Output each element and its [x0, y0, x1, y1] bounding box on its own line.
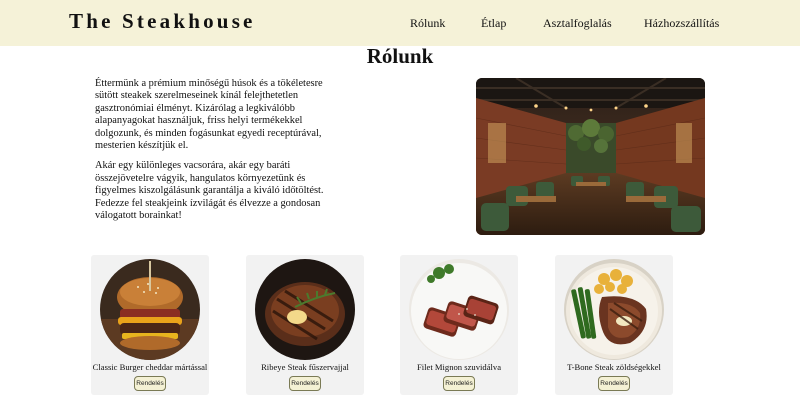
- nav-menu[interactable]: Étlap: [481, 16, 506, 31]
- section-title: Rólunk: [366, 44, 434, 68]
- menu-card: Classic Burger cheddar mártással Rendelé…: [91, 255, 209, 395]
- nav-delivery[interactable]: Házhozszállítás: [644, 16, 719, 31]
- filet-mignon-photo: [409, 259, 509, 360]
- menu-item-name: Filet Mignon szuvidálva: [416, 362, 502, 372]
- nav-about[interactable]: Rólunk: [410, 16, 445, 31]
- menu-item-name: Ribeye Steak fűszervajjal: [261, 362, 349, 372]
- burger-photo: [100, 259, 200, 360]
- menu-card: Ribeye Steak fűszervajjal Rendelés: [246, 255, 364, 395]
- about-paragraph-1: Éttermünk a prémium minőségű húsok és a …: [95, 78, 323, 152]
- restaurant-interior-photo: [476, 78, 705, 235]
- menu-card: T-Bone Steak zöldségekkel Rendelés: [555, 255, 673, 395]
- order-button[interactable]: Rendelés: [443, 376, 475, 391]
- order-button[interactable]: Rendelés: [289, 376, 321, 391]
- order-button[interactable]: Rendelés: [598, 376, 630, 391]
- about-paragraph-2: Akár egy különleges vacsorára, akár egy …: [95, 160, 324, 222]
- t-bone-steak-photo: [564, 259, 664, 360]
- menu-item-name: Classic Burger cheddar mártással: [92, 362, 208, 372]
- nav-reservation[interactable]: Asztalfoglalás: [543, 16, 612, 31]
- menu-item-name: T-Bone Steak zöldségekkel: [567, 362, 661, 372]
- order-button[interactable]: Rendelés: [134, 376, 166, 391]
- ribeye-steak-photo: [255, 259, 355, 360]
- about-text: Éttermünk a prémium minőségű húsok és a …: [95, 78, 327, 230]
- top-navbar: The Steakhouse Rólunk Étlap Asztalfoglal…: [0, 0, 800, 46]
- menu-card: Filet Mignon szuvidálva Rendelés: [400, 255, 518, 395]
- brand-logo[interactable]: The Steakhouse: [69, 9, 256, 34]
